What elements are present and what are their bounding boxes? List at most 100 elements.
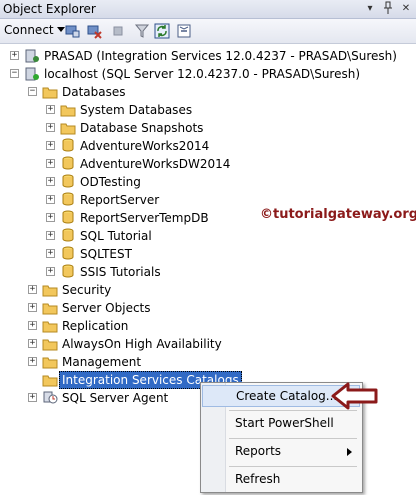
tree-node-label: Security <box>62 283 112 297</box>
tree-node-database[interactable]: + SQLTEST <box>0 245 416 263</box>
menu-item-label: Start PowerShell <box>235 416 334 430</box>
folder-icon <box>42 321 58 333</box>
tree-node-server-objects[interactable]: + Server Objects <box>0 299 416 317</box>
database-icon <box>62 138 74 152</box>
annotation-arrow-icon <box>331 382 378 410</box>
tree-node-label: AdventureWorksDW2014 <box>80 157 231 171</box>
expand-icon[interactable]: + <box>46 249 55 258</box>
menu-separator <box>229 438 357 439</box>
pin-icon[interactable] <box>382 1 394 15</box>
tree-node-databases[interactable]: − Databases <box>0 83 416 101</box>
folder-icon <box>42 285 58 297</box>
expand-icon[interactable]: + <box>46 177 55 186</box>
tree-node-label: SSIS Tutorials <box>80 265 161 279</box>
expand-icon[interactable]: + <box>28 321 37 330</box>
sql-server-icon <box>25 67 39 81</box>
panel-title: Object Explorer <box>3 2 96 16</box>
tree-node-label: ODTesting <box>80 175 141 189</box>
filter-icon[interactable] <box>134 23 150 39</box>
refresh-icon[interactable] <box>154 23 170 39</box>
integration-services-server-icon <box>25 49 39 63</box>
tree-node-localhost[interactable]: − localhost (SQL Server 12.0.4237.0 - PR… <box>0 65 416 83</box>
sql-agent-icon <box>43 391 58 404</box>
expand-icon[interactable]: + <box>46 213 55 222</box>
panel-titlebar: Object Explorer ▾ ✕ <box>0 0 416 19</box>
collapse-node-icon[interactable]: − <box>28 87 37 96</box>
menu-item-label: Refresh <box>235 472 281 486</box>
dropdown-icon[interactable]: ▾ <box>364 1 376 15</box>
expand-icon[interactable]: + <box>28 285 37 294</box>
tree-node-database[interactable]: + SQL Tutorial <box>0 227 416 245</box>
menu-item-refresh[interactable]: Refresh <box>202 469 360 491</box>
expand-icon[interactable]: + <box>46 231 55 240</box>
tree-node-label: PRASAD (Integration Services 12.0.4237 -… <box>44 49 397 63</box>
collapse-node-icon[interactable]: − <box>10 69 19 78</box>
title-controls: ▾ ✕ <box>364 1 412 15</box>
expand-icon[interactable]: + <box>46 105 55 114</box>
folder-icon <box>60 105 76 117</box>
tree-node-label: ReportServerTempDB <box>80 211 209 225</box>
tree-node-replication[interactable]: + Replication <box>0 317 416 335</box>
connect-label: Connect <box>4 23 54 37</box>
collapse-icon[interactable] <box>176 23 192 39</box>
tree-node-label: Database Snapshots <box>80 121 204 135</box>
tree-node-label: Replication <box>62 319 129 333</box>
submenu-arrow-icon <box>347 448 352 456</box>
tree-node-system-databases[interactable]: + System Databases <box>0 101 416 119</box>
folder-icon <box>42 339 58 351</box>
folder-icon <box>42 357 58 369</box>
expand-icon[interactable]: + <box>28 393 37 402</box>
tree-node-label: SQL Server Agent <box>62 391 169 405</box>
database-icon <box>62 174 74 188</box>
database-icon <box>62 192 74 206</box>
tree-node-label: AdventureWorks2014 <box>80 139 210 153</box>
connect-button[interactable]: Connect <box>4 23 65 37</box>
tree-node-database[interactable]: + ODTesting <box>0 173 416 191</box>
disconnect-icon[interactable] <box>86 23 102 39</box>
expand-icon[interactable]: + <box>46 195 55 204</box>
stop-icon[interactable] <box>110 23 126 39</box>
database-icon <box>62 246 74 260</box>
folder-icon <box>42 303 58 315</box>
tree-node-label: Management <box>62 355 142 369</box>
tree-node-label: SQLTEST <box>80 247 132 261</box>
tree-node-database[interactable]: + AdventureWorks2014 <box>0 137 416 155</box>
watermark: ©tutorialgateway.org <box>260 207 416 222</box>
database-icon <box>62 156 74 170</box>
menu-item-reports[interactable]: Reports <box>202 441 360 463</box>
folder-icon <box>42 375 58 387</box>
expand-icon[interactable]: + <box>10 51 19 60</box>
expand-icon[interactable]: + <box>28 357 37 366</box>
database-icon <box>62 210 74 224</box>
database-icon <box>62 228 74 242</box>
expand-icon[interactable]: + <box>46 267 55 276</box>
tree-node-alwayson[interactable]: + AlwaysOn High Availability <box>0 335 416 353</box>
tree-node-label: SQL Tutorial <box>80 229 152 243</box>
connect-object-icon[interactable] <box>64 23 80 39</box>
object-explorer-toolbar: Connect <box>0 19 416 44</box>
tree-node-label: ReportServer <box>80 193 160 207</box>
expand-icon[interactable]: + <box>46 141 55 150</box>
tree-node-label: Server Objects <box>62 301 151 315</box>
tree-node-database[interactable]: + AdventureWorksDW2014 <box>0 155 416 173</box>
folder-icon <box>42 87 58 99</box>
menu-item-label: Reports <box>235 444 282 458</box>
tree-node-label: Databases <box>62 85 126 99</box>
menu-item-start-powershell[interactable]: Start PowerShell <box>202 413 360 435</box>
folder-icon <box>60 123 76 135</box>
tree-node-database[interactable]: + SSIS Tutorials <box>0 263 416 281</box>
expand-icon[interactable]: + <box>46 159 55 168</box>
expand-icon[interactable]: + <box>28 339 37 348</box>
tree-node-security[interactable]: + Security <box>0 281 416 299</box>
close-icon[interactable]: ✕ <box>400 1 412 15</box>
database-icon <box>62 264 74 278</box>
menu-separator <box>229 466 357 467</box>
tree-node-prasad[interactable]: + PRASAD (Integration Services 12.0.4237… <box>0 47 416 65</box>
tree-node-management[interactable]: + Management <box>0 353 416 371</box>
expand-icon[interactable]: + <box>28 303 37 312</box>
tree-node-label: localhost (SQL Server 12.0.4237.0 - PRAS… <box>44 67 361 81</box>
tree-node-database-snapshots[interactable]: + Database Snapshots <box>0 119 416 137</box>
expand-icon[interactable]: + <box>46 123 55 132</box>
tree-node-label: System Databases <box>80 103 193 117</box>
menu-item-label: Create Catalog... <box>236 389 338 403</box>
